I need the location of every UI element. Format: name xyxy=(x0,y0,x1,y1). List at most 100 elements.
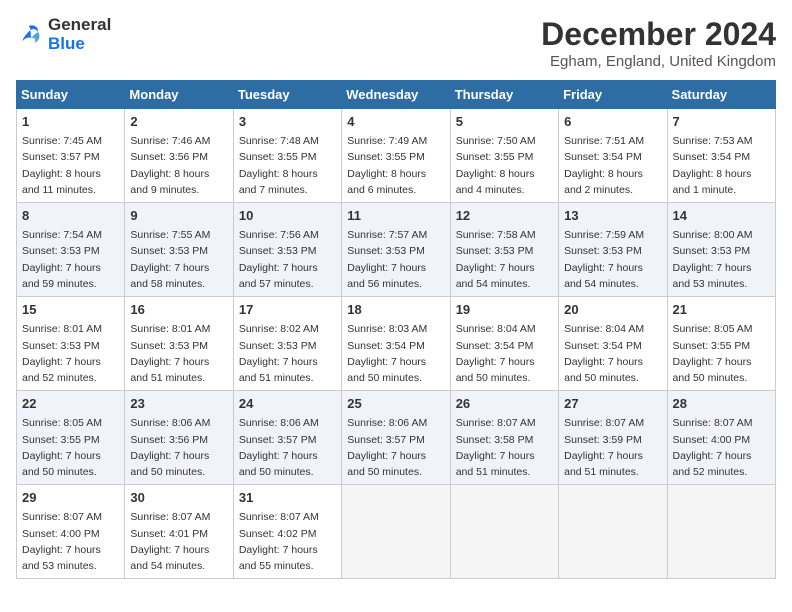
day-number: 9 xyxy=(130,207,227,225)
day-info: Sunrise: 8:07 AMSunset: 4:02 PMDaylight:… xyxy=(239,511,319,572)
table-row: 29 Sunrise: 8:07 AMSunset: 4:00 PMDaylig… xyxy=(17,485,125,579)
table-row: 31 Sunrise: 8:07 AMSunset: 4:02 PMDaylig… xyxy=(233,485,341,579)
day-number: 3 xyxy=(239,113,336,131)
day-number: 31 xyxy=(239,489,336,507)
day-number: 16 xyxy=(130,301,227,319)
header-tuesday: Tuesday xyxy=(233,81,341,109)
day-number: 27 xyxy=(564,395,661,413)
table-row: 16 Sunrise: 8:01 AMSunset: 3:53 PMDaylig… xyxy=(125,297,233,391)
calendar-week-row: 8 Sunrise: 7:54 AMSunset: 3:53 PMDayligh… xyxy=(17,203,776,297)
table-row: 21 Sunrise: 8:05 AMSunset: 3:55 PMDaylig… xyxy=(667,297,775,391)
day-number: 15 xyxy=(22,301,119,319)
table-row: 15 Sunrise: 8:01 AMSunset: 3:53 PMDaylig… xyxy=(17,297,125,391)
day-info: Sunrise: 8:06 AMSunset: 3:57 PMDaylight:… xyxy=(239,417,319,478)
table-row: 30 Sunrise: 8:07 AMSunset: 4:01 PMDaylig… xyxy=(125,485,233,579)
table-row: 8 Sunrise: 7:54 AMSunset: 3:53 PMDayligh… xyxy=(17,203,125,297)
day-number: 11 xyxy=(347,207,444,225)
day-number: 20 xyxy=(564,301,661,319)
table-row: 27 Sunrise: 8:07 AMSunset: 3:59 PMDaylig… xyxy=(559,391,667,485)
day-info: Sunrise: 8:07 AMSunset: 3:59 PMDaylight:… xyxy=(564,417,644,478)
table-row: 9 Sunrise: 7:55 AMSunset: 3:53 PMDayligh… xyxy=(125,203,233,297)
table-row: 22 Sunrise: 8:05 AMSunset: 3:55 PMDaylig… xyxy=(17,391,125,485)
logo: General Blue xyxy=(16,16,111,53)
table-row: 3 Sunrise: 7:48 AMSunset: 3:55 PMDayligh… xyxy=(233,109,341,203)
day-number: 29 xyxy=(22,489,119,507)
day-info: Sunrise: 8:05 AMSunset: 3:55 PMDaylight:… xyxy=(22,417,102,478)
calendar-table: Sunday Monday Tuesday Wednesday Thursday… xyxy=(16,80,776,579)
table-row xyxy=(559,485,667,579)
day-number: 8 xyxy=(22,207,119,225)
header-saturday: Saturday xyxy=(667,81,775,109)
day-info: Sunrise: 7:50 AMSunset: 3:55 PMDaylight:… xyxy=(456,135,536,196)
day-number: 6 xyxy=(564,113,661,131)
day-info: Sunrise: 7:48 AMSunset: 3:55 PMDaylight:… xyxy=(239,135,319,196)
day-info: Sunrise: 7:53 AMSunset: 3:54 PMDaylight:… xyxy=(673,135,753,196)
table-row: 7 Sunrise: 7:53 AMSunset: 3:54 PMDayligh… xyxy=(667,109,775,203)
weekday-header-row: Sunday Monday Tuesday Wednesday Thursday… xyxy=(17,81,776,109)
table-row: 18 Sunrise: 8:03 AMSunset: 3:54 PMDaylig… xyxy=(342,297,450,391)
day-info: Sunrise: 8:01 AMSunset: 3:53 PMDaylight:… xyxy=(130,323,210,384)
day-info: Sunrise: 8:04 AMSunset: 3:54 PMDaylight:… xyxy=(456,323,536,384)
day-number: 28 xyxy=(673,395,770,413)
day-number: 7 xyxy=(673,113,770,131)
table-row: 11 Sunrise: 7:57 AMSunset: 3:53 PMDaylig… xyxy=(342,203,450,297)
logo-icon xyxy=(16,21,44,49)
table-row: 23 Sunrise: 8:06 AMSunset: 3:56 PMDaylig… xyxy=(125,391,233,485)
header-thursday: Thursday xyxy=(450,81,558,109)
header-sunday: Sunday xyxy=(17,81,125,109)
day-number: 2 xyxy=(130,113,227,131)
table-row: 17 Sunrise: 8:02 AMSunset: 3:53 PMDaylig… xyxy=(233,297,341,391)
table-row: 24 Sunrise: 8:06 AMSunset: 3:57 PMDaylig… xyxy=(233,391,341,485)
day-info: Sunrise: 8:07 AMSunset: 4:01 PMDaylight:… xyxy=(130,511,210,572)
calendar-week-row: 29 Sunrise: 8:07 AMSunset: 4:00 PMDaylig… xyxy=(17,485,776,579)
table-row: 12 Sunrise: 7:58 AMSunset: 3:53 PMDaylig… xyxy=(450,203,558,297)
table-row: 13 Sunrise: 7:59 AMSunset: 3:53 PMDaylig… xyxy=(559,203,667,297)
table-row: 5 Sunrise: 7:50 AMSunset: 3:55 PMDayligh… xyxy=(450,109,558,203)
table-row: 19 Sunrise: 8:04 AMSunset: 3:54 PMDaylig… xyxy=(450,297,558,391)
day-number: 5 xyxy=(456,113,553,131)
day-info: Sunrise: 8:07 AMSunset: 4:00 PMDaylight:… xyxy=(22,511,102,572)
day-info: Sunrise: 7:46 AMSunset: 3:56 PMDaylight:… xyxy=(130,135,210,196)
table-row: 25 Sunrise: 8:06 AMSunset: 3:57 PMDaylig… xyxy=(342,391,450,485)
day-info: Sunrise: 7:49 AMSunset: 3:55 PMDaylight:… xyxy=(347,135,427,196)
table-row: 1 Sunrise: 7:45 AMSunset: 3:57 PMDayligh… xyxy=(17,109,125,203)
day-number: 13 xyxy=(564,207,661,225)
day-number: 22 xyxy=(22,395,119,413)
table-row: 10 Sunrise: 7:56 AMSunset: 3:53 PMDaylig… xyxy=(233,203,341,297)
day-number: 24 xyxy=(239,395,336,413)
day-number: 26 xyxy=(456,395,553,413)
day-info: Sunrise: 8:01 AMSunset: 3:53 PMDaylight:… xyxy=(22,323,102,384)
day-info: Sunrise: 7:59 AMSunset: 3:53 PMDaylight:… xyxy=(564,229,644,290)
calendar-week-row: 1 Sunrise: 7:45 AMSunset: 3:57 PMDayligh… xyxy=(17,109,776,203)
table-row xyxy=(342,485,450,579)
day-info: Sunrise: 8:00 AMSunset: 3:53 PMDaylight:… xyxy=(673,229,753,290)
day-number: 12 xyxy=(456,207,553,225)
day-number: 10 xyxy=(239,207,336,225)
table-row: 4 Sunrise: 7:49 AMSunset: 3:55 PMDayligh… xyxy=(342,109,450,203)
day-number: 14 xyxy=(673,207,770,225)
day-info: Sunrise: 7:56 AMSunset: 3:53 PMDaylight:… xyxy=(239,229,319,290)
day-number: 17 xyxy=(239,301,336,319)
day-number: 18 xyxy=(347,301,444,319)
day-info: Sunrise: 8:05 AMSunset: 3:55 PMDaylight:… xyxy=(673,323,753,384)
day-info: Sunrise: 7:51 AMSunset: 3:54 PMDaylight:… xyxy=(564,135,644,196)
day-number: 19 xyxy=(456,301,553,319)
title-block: December 2024 Egham, England, United Kin… xyxy=(541,16,776,70)
day-info: Sunrise: 8:06 AMSunset: 3:56 PMDaylight:… xyxy=(130,417,210,478)
calendar-week-row: 22 Sunrise: 8:05 AMSunset: 3:55 PMDaylig… xyxy=(17,391,776,485)
table-row: 20 Sunrise: 8:04 AMSunset: 3:54 PMDaylig… xyxy=(559,297,667,391)
day-number: 25 xyxy=(347,395,444,413)
day-info: Sunrise: 7:54 AMSunset: 3:53 PMDaylight:… xyxy=(22,229,102,290)
day-info: Sunrise: 8:07 AMSunset: 4:00 PMDaylight:… xyxy=(673,417,753,478)
logo-text: General Blue xyxy=(48,16,111,53)
table-row xyxy=(667,485,775,579)
day-info: Sunrise: 8:02 AMSunset: 3:53 PMDaylight:… xyxy=(239,323,319,384)
day-info: Sunrise: 8:04 AMSunset: 3:54 PMDaylight:… xyxy=(564,323,644,384)
header-monday: Monday xyxy=(125,81,233,109)
day-info: Sunrise: 7:45 AMSunset: 3:57 PMDaylight:… xyxy=(22,135,102,196)
table-row: 26 Sunrise: 8:07 AMSunset: 3:58 PMDaylig… xyxy=(450,391,558,485)
location-subtitle: Egham, England, United Kingdom xyxy=(541,53,776,70)
table-row: 14 Sunrise: 8:00 AMSunset: 3:53 PMDaylig… xyxy=(667,203,775,297)
day-number: 23 xyxy=(130,395,227,413)
day-number: 30 xyxy=(130,489,227,507)
